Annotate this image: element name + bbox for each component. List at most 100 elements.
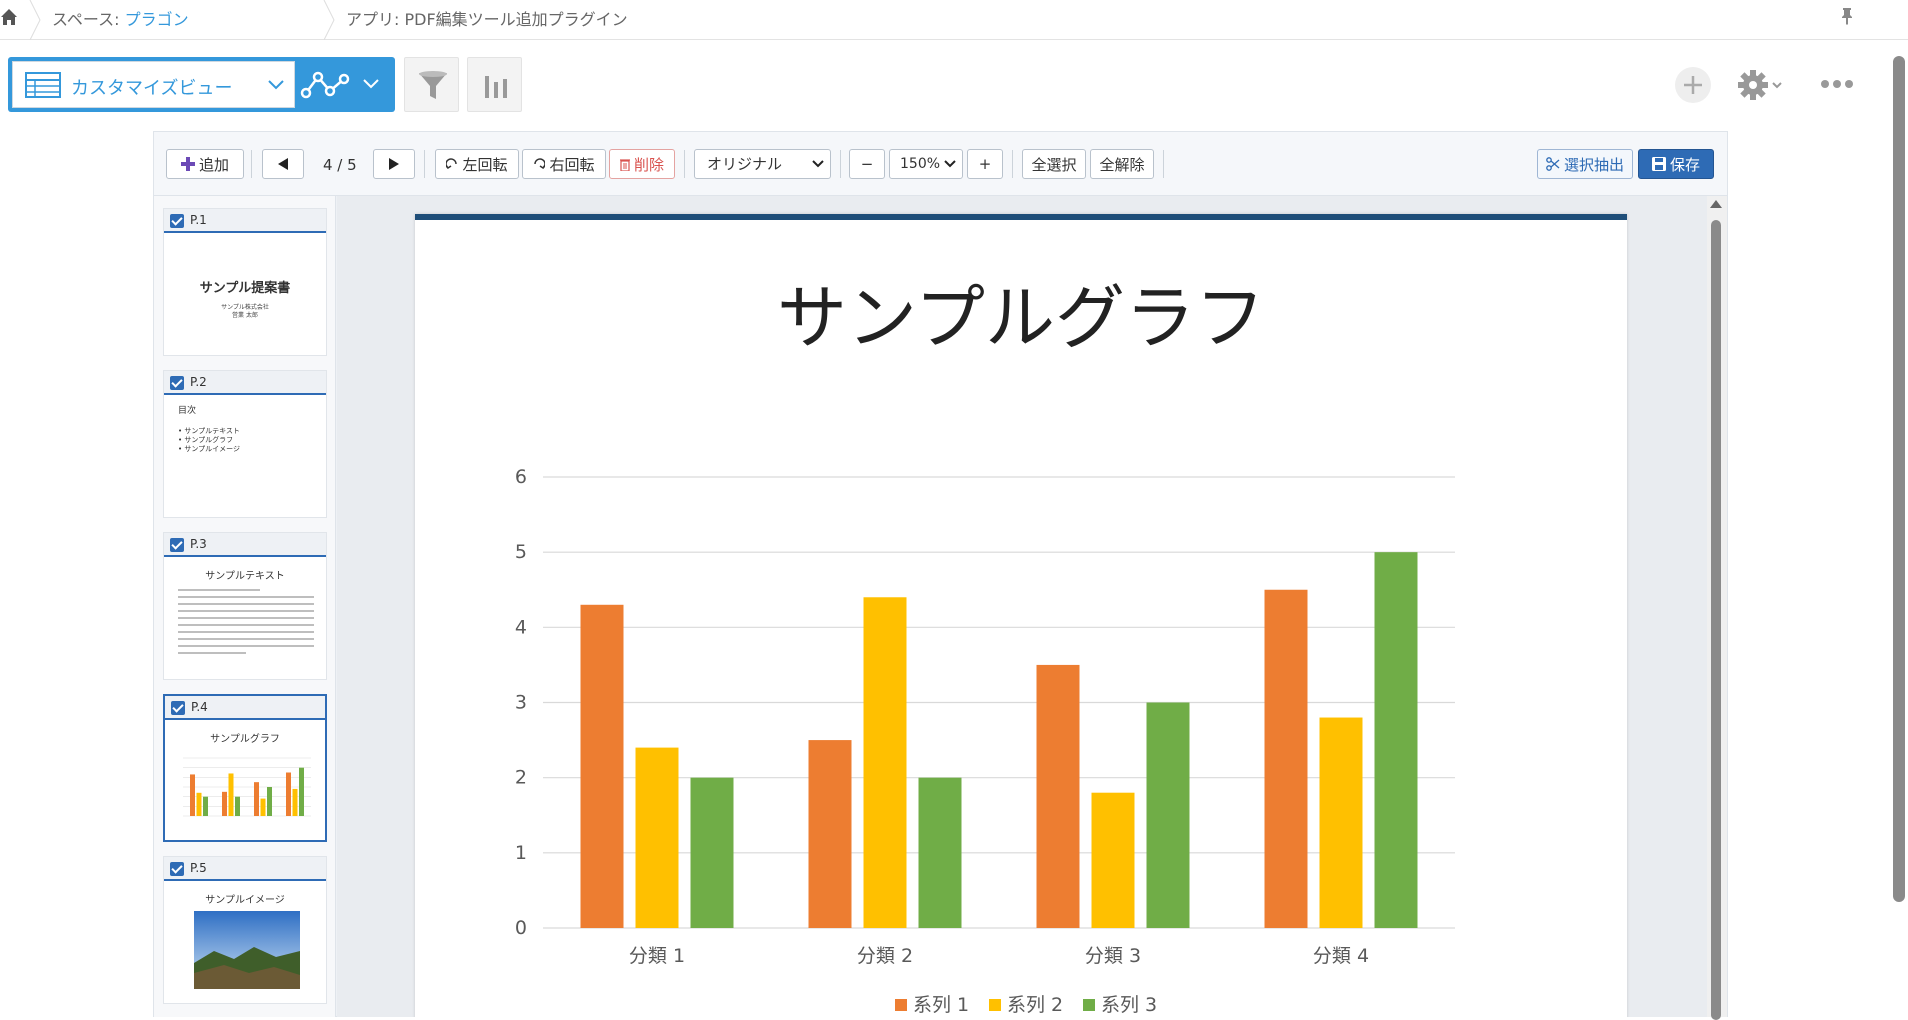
next-page-button[interactable] — [373, 149, 415, 179]
divider — [684, 150, 685, 178]
delete-page-button[interactable]: 削除 — [609, 149, 675, 179]
bar-1-2 — [808, 740, 852, 928]
rotate-right-icon — [534, 158, 546, 170]
select-all-button[interactable]: 全選択 — [1022, 149, 1086, 179]
pdf-editor: 追加 4 / 5 左回転 右回転 削除 オリジナル − 1 50% + 全選択 全… — [153, 131, 1728, 1020]
x-tick-label: 分類 4 — [1313, 945, 1369, 967]
zoom-out-button[interactable]: − — [849, 149, 885, 179]
y-tick-label: 2 — [515, 767, 527, 789]
bar-1-1 — [580, 604, 624, 928]
plus-icon — [180, 157, 195, 171]
legend-label: 系列 3 — [1101, 994, 1157, 1016]
page-checkbox[interactable] — [170, 214, 184, 228]
breadcrumb-separator — [323, 0, 335, 40]
legend-label: 系列 2 — [1007, 994, 1063, 1016]
bar-chart: サンプルグラフ 0 1 2 3 4 5 6 分類 1 分類 2 分類 3 分類 4 系列 1 系列 2 系… — [515, 277, 1455, 1016]
bar-1-2 — [222, 791, 227, 816]
page-checkbox[interactable] — [170, 538, 184, 552]
zoom-select[interactable]: 150% — [889, 149, 963, 179]
bar-chart-icon — [485, 76, 507, 98]
window-scrollbar-thumb[interactable] — [1893, 56, 1905, 902]
deselect-all-button[interactable]: 全解除 — [1090, 149, 1154, 179]
zoom-in-button[interactable]: + — [967, 149, 1003, 179]
chart-title: サンプルグラフ — [777, 277, 1265, 359]
bar-2-4 — [1319, 717, 1363, 928]
graph-button[interactable] — [467, 57, 522, 112]
thumbnail-panel: P.1 サンプル提案書 サンプル株式会社 営業 太郎 P.2 目次 • サンプル… — [154, 196, 336, 1017]
y-tick-label: 3 — [515, 692, 527, 714]
x-tick-label: 分類 2 — [857, 945, 913, 967]
bar-3-2 — [918, 777, 962, 928]
bar-3-1 — [690, 777, 734, 928]
bar-1-1 — [190, 774, 195, 816]
editor-toolbar: 追加 4 / 5 左回転 右回転 削除 オリジナル − 150% + 全選択 全… — [154, 132, 1727, 196]
chevron-down-icon — [944, 160, 956, 168]
thumbnail-page-4[interactable]: P.4 サンプルグラフ — [163, 694, 327, 842]
thumbnail-page-2[interactable]: P.2 目次 • サンプルテキスト • サンプルグラフ • サンプルイメージ — [163, 370, 327, 518]
rotate-right-button[interactable]: 右回転 — [522, 149, 606, 179]
floppy-disk-icon — [1651, 157, 1666, 171]
bar-2-1 — [196, 792, 202, 816]
bar-2-4 — [292, 788, 298, 816]
pin-icon[interactable] — [1840, 6, 1854, 26]
page-scrollbar[interactable] — [1707, 196, 1727, 1020]
space-link[interactable]: プラゴン — [125, 10, 189, 29]
pdf-page: サンプルグラフ 0 1 2 3 4 5 6 分類 1 分類 2 分類 3 分類 4 系列 1 系列 2 系… — [415, 214, 1627, 1017]
rotate-left-icon — [446, 158, 458, 170]
scissors-icon — [1546, 157, 1560, 171]
legend-swatch — [989, 999, 1001, 1011]
add-record-icon[interactable] — [1674, 66, 1712, 104]
scroll-up-arrow[interactable] — [1710, 200, 1722, 208]
bar-2-3 — [1091, 792, 1135, 928]
size-mode-select[interactable]: オリジナル — [694, 149, 831, 179]
page-viewer: サンプルグラフ 0 1 2 3 4 5 6 分類 1 分類 2 分類 3 分類 4 系列 1 系列 2 系… — [337, 196, 1707, 1017]
y-tick-label: 6 — [515, 466, 527, 488]
landscape-image — [194, 911, 300, 989]
triangle-right-icon — [389, 158, 399, 170]
thumb-chart — [183, 757, 311, 817]
page-checkbox[interactable] — [171, 701, 185, 715]
prev-page-button[interactable] — [262, 149, 304, 179]
home-icon[interactable] — [0, 6, 18, 28]
gear-icon[interactable] — [1736, 68, 1784, 102]
graph-view-icon[interactable] — [300, 69, 352, 101]
breadcrumb-separator — [29, 0, 41, 40]
bar-2-3 — [260, 798, 266, 816]
y-tick-label: 5 — [515, 541, 527, 563]
y-tick-label: 1 — [515, 842, 527, 864]
thumbnail-page-1[interactable]: P.1 サンプル提案書 サンプル株式会社 営業 太郎 — [163, 208, 327, 356]
thumbnail-page-3[interactable]: P.3 サンプルテキスト — [163, 532, 327, 680]
divider — [251, 150, 252, 178]
page-checkbox[interactable] — [170, 862, 184, 876]
bar-1-3 — [254, 782, 259, 816]
bar-3-4 — [299, 767, 304, 816]
breadcrumb-app[interactable]: アプリ: PDF編集ツール追加プラグイン — [346, 6, 628, 30]
triangle-left-icon — [278, 158, 288, 170]
bar-2-1 — [635, 747, 679, 928]
rotate-left-button[interactable]: 左回転 — [435, 149, 519, 179]
chevron-down-icon[interactable] — [362, 77, 380, 91]
bar-1-3 — [1036, 664, 1080, 928]
trash-icon — [619, 158, 630, 171]
thumbnail-page-5[interactable]: P.5 サンプルイメージ — [163, 856, 327, 1004]
bar-3-2 — [235, 796, 240, 816]
save-button[interactable]: 保存 — [1638, 149, 1714, 179]
bar-3-3 — [267, 787, 272, 816]
filter-button[interactable] — [404, 57, 459, 112]
page-indicator: 4 / 5 — [323, 156, 357, 174]
divider — [424, 150, 425, 178]
x-tick-label: 分類 3 — [1085, 945, 1141, 967]
chevron-down-icon — [812, 160, 824, 168]
scrollbar-thumb[interactable] — [1711, 220, 1721, 1020]
legend-label: 系列 1 — [913, 994, 969, 1016]
divider — [1163, 150, 1164, 178]
add-page-button[interactable]: 追加 — [166, 149, 244, 179]
view-dropdown[interactable]: カスタマイズビュー — [12, 61, 295, 108]
extract-selected-button[interactable]: 選択抽出 — [1537, 149, 1633, 179]
breadcrumb-space[interactable]: スペース: プラゴン — [52, 6, 189, 30]
page-checkbox[interactable] — [170, 376, 184, 390]
bar-1-4 — [286, 772, 291, 816]
chevron-down-icon — [268, 80, 284, 90]
divider — [1012, 150, 1013, 178]
more-options-icon[interactable] — [1820, 78, 1854, 90]
